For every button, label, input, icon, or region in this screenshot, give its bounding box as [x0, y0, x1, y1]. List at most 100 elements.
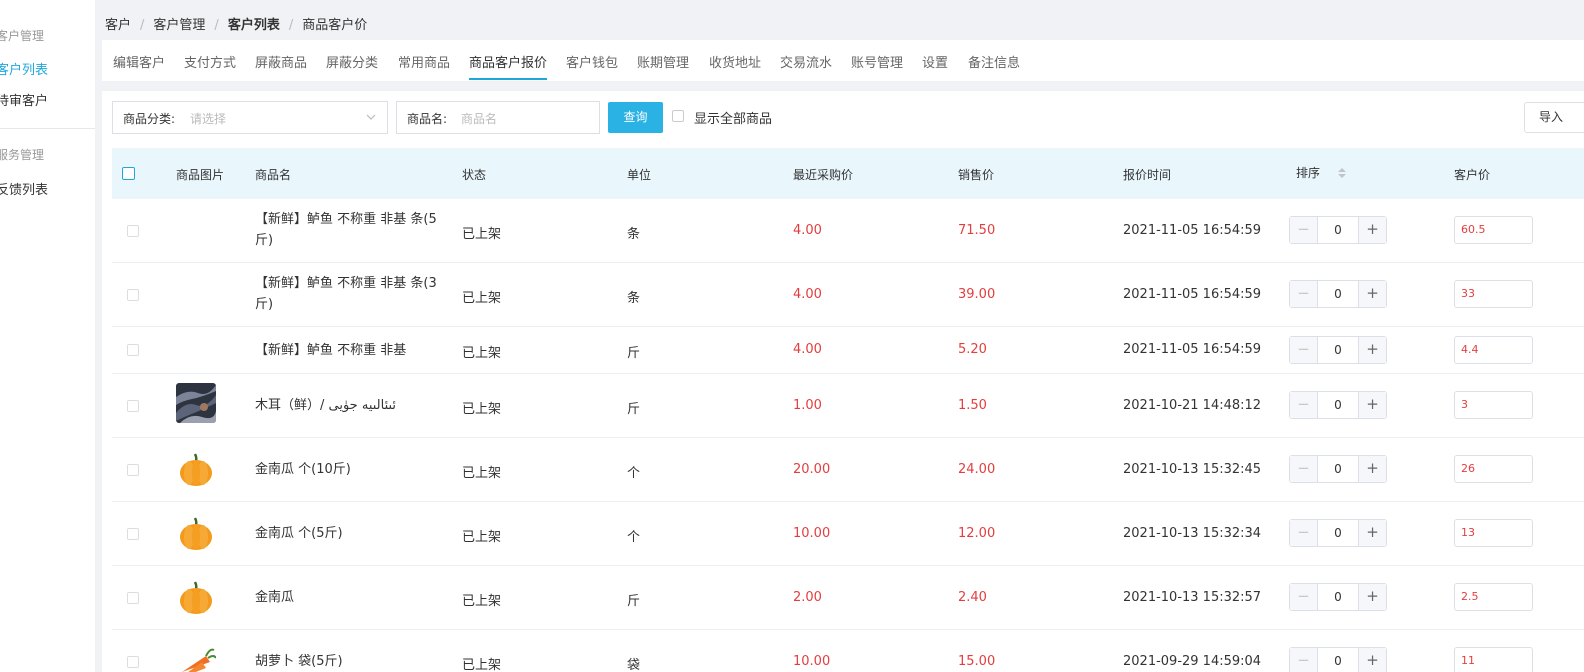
increment-button[interactable]: + — [1358, 648, 1386, 672]
increment-button[interactable]: + — [1358, 584, 1386, 610]
unit-text: 个 — [627, 530, 641, 545]
tab-account-management[interactable]: 账号管理 — [851, 52, 903, 71]
purchase-price: 4.00 — [793, 287, 822, 302]
sidebar-item-feedback-list[interactable]: 反馈列表 — [0, 179, 48, 198]
sidebar-item-customer-list[interactable]: 客户列表 — [0, 59, 48, 78]
tab-edit-customer[interactable]: 编辑客户 — [113, 52, 165, 71]
row-checkbox[interactable] — [127, 592, 139, 604]
purchase-price: 4.00 — [793, 342, 822, 357]
col-header-sale-price: 销售价 — [958, 168, 995, 182]
col-header-name: 商品名 — [255, 168, 292, 182]
row-checkbox[interactable] — [127, 400, 139, 412]
customer-price-input[interactable]: 33 — [1454, 280, 1533, 308]
decrement-button[interactable]: − — [1290, 281, 1318, 307]
sort-value[interactable]: 0 — [1317, 337, 1359, 363]
product-name-label: 商品名: — [407, 112, 448, 126]
unit-text: 斤 — [627, 402, 641, 417]
sort-stepper: − 0 + — [1289, 336, 1387, 364]
sort-icon[interactable] — [1337, 166, 1347, 180]
row-checkbox[interactable] — [127, 656, 139, 668]
row-checkbox[interactable] — [127, 225, 139, 237]
product-name: 金南瓜 个(10斤) — [255, 462, 351, 477]
breadcrumb-item[interactable]: 客户 — [105, 18, 131, 33]
tab-payment-methods[interactable]: 支付方式 — [184, 52, 236, 71]
customer-price-input[interactable]: 60.5 — [1454, 216, 1533, 244]
row-checkbox[interactable] — [127, 528, 139, 540]
quote-time: 2021-10-13 15:32:45 — [1123, 462, 1262, 477]
tab-blocked-categories[interactable]: 屏蔽分类 — [326, 52, 378, 71]
status-text: 已上架 — [462, 594, 502, 609]
sort-stepper: − 0 + — [1289, 391, 1387, 419]
sort-value[interactable]: 0 — [1317, 648, 1359, 672]
tab-settings[interactable]: 设置 — [922, 52, 948, 71]
tab-shipping-address[interactable]: 收货地址 — [709, 52, 761, 71]
category-placeholder: 请选择 — [190, 112, 227, 126]
decrement-button[interactable]: − — [1290, 337, 1318, 363]
increment-button[interactable]: + — [1358, 337, 1386, 363]
decrement-button[interactable]: − — [1290, 520, 1318, 546]
customer-price-input[interactable]: 26 — [1454, 455, 1533, 483]
increment-button[interactable]: + — [1358, 520, 1386, 546]
decrement-button[interactable]: − — [1290, 584, 1318, 610]
unit-text: 条 — [627, 291, 641, 306]
sidebar-item-pending-customers[interactable]: 待审客户 — [0, 90, 48, 109]
increment-button[interactable]: + — [1358, 392, 1386, 418]
tab-common-products[interactable]: 常用商品 — [398, 52, 450, 71]
breadcrumb-item[interactable]: 客户管理 — [153, 18, 205, 33]
purchase-price: 20.00 — [793, 462, 831, 477]
unit-text: 斤 — [627, 346, 641, 361]
sort-value[interactable]: 0 — [1317, 520, 1359, 546]
breadcrumb-item[interactable]: 客户列表 — [228, 18, 280, 33]
col-header-purchase-price: 最近采购价 — [793, 168, 854, 182]
show-all-label[interactable]: 显示全部商品 — [694, 108, 772, 127]
sort-value[interactable]: 0 — [1317, 456, 1359, 482]
status-text: 已上架 — [462, 466, 502, 481]
category-select[interactable]: 商品分类: 请选择 — [112, 101, 388, 134]
increment-button[interactable]: + — [1358, 217, 1386, 243]
import-button[interactable]: 导入 — [1524, 102, 1584, 133]
status-text: 已上架 — [462, 291, 502, 306]
sort-value[interactable]: 0 — [1317, 584, 1359, 610]
sort-stepper: − 0 + — [1289, 647, 1387, 672]
customer-price-input[interactable]: 11 — [1454, 647, 1533, 672]
query-button[interactable]: 查询 — [608, 102, 663, 133]
status-text: 已上架 — [462, 530, 502, 545]
tab-product-customer-quote[interactable]: 商品客户报价 — [469, 52, 547, 71]
show-all-checkbox[interactable] — [672, 110, 684, 122]
row-checkbox[interactable] — [127, 344, 139, 356]
tab-notes[interactable]: 备注信息 — [968, 52, 1020, 71]
decrement-button[interactable]: − — [1290, 456, 1318, 482]
sort-stepper: − 0 + — [1289, 280, 1387, 308]
decrement-button[interactable]: − — [1290, 392, 1318, 418]
tab-transactions[interactable]: 交易流水 — [780, 52, 832, 71]
purchase-price: 10.00 — [793, 526, 831, 541]
customer-price-input[interactable]: 3 — [1454, 391, 1533, 419]
quote-time: 2021-11-05 16:54:59 — [1123, 223, 1262, 238]
sort-value[interactable]: 0 — [1317, 217, 1359, 243]
sort-value[interactable]: 0 — [1317, 281, 1359, 307]
customer-price-input[interactable]: 4.4 — [1454, 336, 1533, 364]
product-name-input[interactable]: 商品名: 商品名 — [396, 101, 600, 134]
customer-price-input[interactable]: 2.5 — [1454, 583, 1533, 611]
tab-customer-wallet[interactable]: 客户钱包 — [566, 52, 618, 71]
decrement-button[interactable]: − — [1290, 648, 1318, 672]
decrement-button[interactable]: − — [1290, 217, 1318, 243]
sale-price: 15.00 — [958, 654, 996, 669]
tab-blocked-products[interactable]: 屏蔽商品 — [255, 52, 307, 71]
col-header-sort[interactable]: 排序 — [1296, 164, 1320, 181]
row-checkbox[interactable] — [127, 464, 139, 476]
product-name: 【新鲜】鲈鱼 不称重 非基 条(3斤) — [255, 276, 437, 312]
row-checkbox[interactable] — [127, 289, 139, 301]
sort-value[interactable]: 0 — [1317, 392, 1359, 418]
select-all-checkbox[interactable] — [122, 167, 135, 180]
purchase-price: 1.00 — [793, 398, 822, 413]
increment-button[interactable]: + — [1358, 456, 1386, 482]
customer-price-input[interactable]: 13 — [1454, 519, 1533, 547]
increment-button[interactable]: + — [1358, 281, 1386, 307]
quote-time: 2021-10-13 15:32:34 — [1123, 526, 1262, 541]
sort-stepper: − 0 + — [1289, 455, 1387, 483]
quote-time: 2021-10-21 14:48:12 — [1123, 398, 1262, 413]
product-image-pumpkin — [176, 450, 216, 490]
tab-credit-management[interactable]: 账期管理 — [637, 52, 689, 71]
category-label: 商品分类: — [123, 112, 176, 126]
